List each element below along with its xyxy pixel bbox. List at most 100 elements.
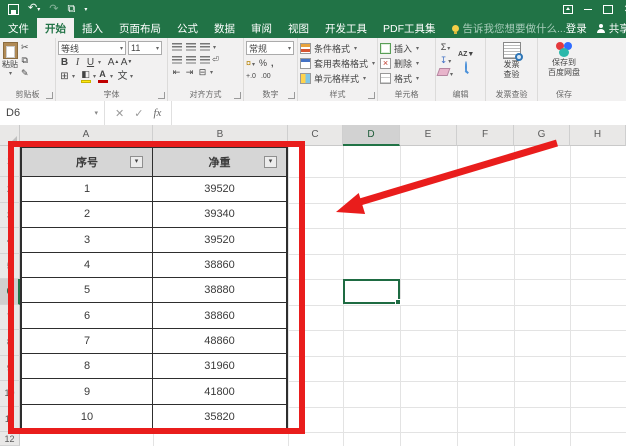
cancel-icon[interactable]: ✕ — [115, 107, 124, 120]
table-cell[interactable]: 39520 — [153, 228, 286, 253]
table-cell[interactable]: 8 — [22, 354, 153, 379]
column-header-A[interactable]: A — [20, 125, 153, 146]
decrease-indent-icon[interactable]: ⇤ — [170, 66, 183, 79]
table-cell[interactable]: 38860 — [153, 303, 286, 328]
tab-data[interactable]: 数据 — [206, 18, 243, 38]
bold-button[interactable]: B — [58, 56, 71, 69]
cell-styles-button[interactable]: 单元格样式▾ — [300, 71, 375, 86]
table-cell[interactable]: 35820 — [153, 405, 286, 430]
dialog-launcher-icon[interactable] — [46, 92, 53, 99]
table-cell[interactable]: 7 — [22, 329, 153, 354]
table-cell[interactable]: 10 — [22, 405, 153, 430]
row-header-2[interactable]: 2 — [0, 177, 20, 203]
orientation-icon[interactable]: ▾ — [213, 44, 216, 51]
maximize-icon[interactable] — [603, 5, 613, 14]
align-top-icon[interactable] — [172, 43, 182, 51]
formula-input[interactable] — [172, 101, 626, 125]
decrease-font-size-button[interactable]: A▼ — [120, 56, 133, 69]
tell-me-box[interactable]: 告诉我您想要做什么... — [452, 18, 566, 38]
format-cells-button[interactable]: 格式▾ — [380, 71, 433, 86]
invoice-check-button[interactable]: 发票 查验 — [488, 42, 535, 79]
fill-button[interactable]: ↧▾ — [438, 54, 453, 67]
table-cell[interactable]: 31960 — [153, 354, 286, 379]
tab-pdf-tools[interactable]: PDF工具集 — [375, 18, 444, 38]
insert-cells-button[interactable]: 插入▾ — [380, 41, 433, 56]
ribbon-display-options-icon[interactable] — [563, 5, 573, 14]
sign-in-button[interactable]: 登录 — [566, 21, 587, 36]
column-header-F[interactable]: F — [457, 125, 514, 146]
minimize-icon[interactable] — [584, 9, 592, 10]
number-format-dropdown[interactable]: 常规 ▾ — [246, 41, 294, 55]
delete-cells-button[interactable]: 删除▾ — [380, 56, 433, 71]
font-color-button[interactable]: A — [96, 70, 109, 83]
table-cell[interactable]: 4 — [22, 253, 153, 278]
column-header-H[interactable]: H — [570, 125, 626, 146]
increase-indent-icon[interactable]: ⇥ — [183, 66, 196, 79]
italic-button[interactable]: I — [71, 56, 84, 69]
cut-icon[interactable]: ✂ — [21, 41, 29, 54]
customize-quick-access-icon[interactable]: ▾ — [84, 6, 87, 13]
find-select-button[interactable] — [465, 61, 467, 74]
tab-file[interactable]: 文件 — [0, 18, 37, 38]
column-header-G[interactable]: G — [514, 125, 570, 146]
tab-page-layout[interactable]: 页面布局 — [111, 18, 169, 38]
save-to-baidu-netdisk-button[interactable]: 保存到 百度网盘 — [540, 42, 588, 77]
row-header-4[interactable]: 4 — [0, 228, 20, 254]
worksheet-grid[interactable]: 序号▾净重▾1395202393403395204388605388806388… — [0, 125, 626, 446]
column-header-E[interactable]: E — [400, 125, 457, 146]
undo-icon[interactable]: ↶▾ — [28, 3, 40, 16]
row-header-1[interactable]: 1 — [0, 146, 20, 177]
font-size-dropdown[interactable]: 11 ▾ — [128, 41, 162, 55]
column-header-C[interactable]: C — [288, 125, 343, 146]
table-cell[interactable]: 38880 — [153, 278, 286, 303]
table-cell[interactable]: 39520 — [153, 177, 286, 202]
share-button[interactable]: 共享 — [597, 21, 626, 36]
align-center-icon[interactable] — [186, 56, 196, 64]
row-header-5[interactable]: 5 — [0, 254, 20, 280]
table-cell[interactable]: 2 — [22, 202, 153, 227]
enter-icon[interactable]: ✓ — [134, 107, 143, 120]
table-header-cell[interactable]: 净重▾ — [153, 148, 286, 177]
merge-center-icon[interactable]: ⊟ — [196, 66, 209, 79]
print-preview-icon[interactable]: ⧉ — [67, 4, 75, 15]
table-cell[interactable]: 38860 — [153, 253, 286, 278]
row-header-9[interactable]: 9 — [0, 356, 20, 382]
wrap-text-icon[interactable]: ⏎ — [212, 53, 219, 66]
increase-decimal-button[interactable]: +.0 — [246, 70, 256, 83]
dialog-launcher-icon[interactable] — [368, 92, 375, 99]
redo-icon[interactable]: ↷ — [49, 4, 58, 15]
row-header-3[interactable]: 3 — [0, 203, 20, 229]
table-header-cell[interactable]: 序号▾ — [22, 148, 153, 177]
tab-review[interactable]: 审阅 — [243, 18, 280, 38]
tab-formulas[interactable]: 公式 — [169, 18, 206, 38]
row-header-11[interactable]: 11 — [0, 407, 20, 433]
underline-button[interactable]: U — [84, 56, 97, 69]
tab-developer[interactable]: 开发工具 — [317, 18, 375, 38]
select-all-corner[interactable] — [0, 125, 20, 146]
sort-filter-button[interactable]: AZ▼ — [458, 48, 474, 61]
filter-dropdown-icon[interactable]: ▾ — [130, 156, 143, 168]
increase-font-size-button[interactable]: A▲ — [107, 56, 120, 69]
copy-icon[interactable]: ⧉ — [21, 54, 29, 67]
row-header-8[interactable]: 8 — [0, 330, 20, 356]
table-cell[interactable]: 1 — [22, 177, 153, 202]
table-cell[interactable]: 5 — [22, 278, 153, 303]
column-header-B[interactable]: B — [153, 125, 288, 146]
save-icon[interactable] — [8, 4, 19, 15]
accounting-format-icon[interactable]: ¤▾ — [246, 57, 255, 70]
phonetic-guide-button[interactable]: 文 — [116, 70, 129, 83]
tab-home[interactable]: 开始 — [37, 18, 74, 38]
align-middle-icon[interactable] — [186, 43, 196, 51]
row-header-10[interactable]: 10 — [0, 381, 20, 407]
column-header-D[interactable]: D — [343, 125, 400, 146]
dialog-launcher-icon[interactable] — [234, 92, 241, 99]
dialog-launcher-icon[interactable] — [288, 92, 295, 99]
font-name-dropdown[interactable]: 等线 ▾ — [58, 41, 126, 55]
format-as-table-button[interactable]: 套用表格格式▾ — [300, 56, 375, 71]
insert-function-icon[interactable]: fx — [153, 107, 161, 119]
percent-style-button[interactable]: % — [259, 57, 267, 70]
table-cell[interactable]: 6 — [22, 303, 153, 328]
clear-button[interactable]: ▾ — [438, 67, 453, 80]
row-header-12[interactable]: 12 — [0, 432, 20, 446]
row-header-7[interactable]: 7 — [0, 305, 20, 331]
